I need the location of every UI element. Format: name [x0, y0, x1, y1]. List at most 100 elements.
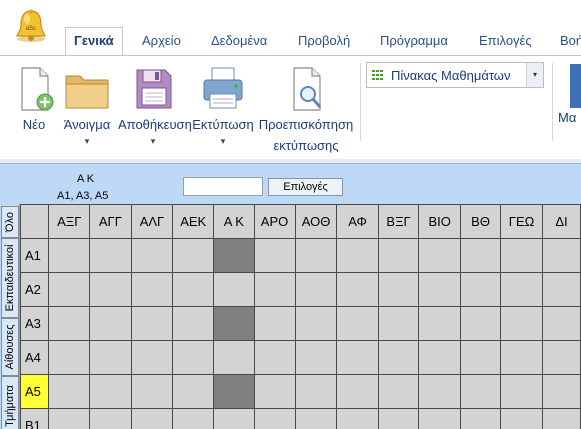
- column-header[interactable]: ΒΙΟ: [418, 204, 461, 239]
- vtab-classes[interactable]: Τμήματα: [1, 376, 19, 429]
- grid-cell[interactable]: [89, 340, 132, 375]
- grid-cell[interactable]: [500, 306, 543, 341]
- grid-cell[interactable]: [213, 340, 255, 375]
- vtab-teachers[interactable]: Εκπαιδευτικοί: [1, 238, 19, 318]
- column-header[interactable]: ΑΛΓ: [130, 204, 174, 239]
- grid-cell[interactable]: [418, 238, 461, 273]
- grid-cell[interactable]: [459, 306, 502, 341]
- grid-cell[interactable]: [336, 408, 379, 429]
- grid-cell[interactable]: [89, 306, 132, 341]
- row-header[interactable]: Α4: [19, 340, 50, 375]
- column-header[interactable]: Α Κ: [213, 204, 255, 239]
- grid-cell[interactable]: [172, 238, 215, 273]
- vtab-rooms[interactable]: Αίθουσες: [1, 318, 19, 376]
- grid-cell[interactable]: [253, 306, 296, 341]
- tab-general[interactable]: Γενικά: [65, 27, 123, 56]
- grid-cell[interactable]: [500, 408, 543, 429]
- grid-cell[interactable]: [130, 374, 174, 409]
- grid-cell[interactable]: [130, 408, 174, 429]
- application-bell-icon[interactable]: aSc: [14, 8, 48, 44]
- grid-cell[interactable]: [377, 408, 420, 429]
- grid-cell[interactable]: [377, 238, 420, 273]
- view-select-dropdown-button[interactable]: ▾: [526, 63, 543, 87]
- grid-cell[interactable]: [377, 272, 420, 307]
- grid-cell[interactable]: [541, 340, 581, 375]
- grid-cell[interactable]: [500, 272, 543, 307]
- grid-cell[interactable]: [418, 306, 461, 341]
- grid-cell[interactable]: [48, 374, 91, 409]
- grid-cell[interactable]: [459, 374, 502, 409]
- grid-cell[interactable]: [418, 340, 461, 375]
- grid-cell[interactable]: [89, 272, 132, 307]
- grid-cell[interactable]: [541, 306, 581, 341]
- column-header[interactable]: ΒΞΓ: [377, 204, 420, 239]
- grid-cell[interactable]: [294, 238, 338, 273]
- grid-cell[interactable]: [253, 374, 296, 409]
- grid-cell[interactable]: [541, 374, 581, 409]
- tab-view[interactable]: Προβολή: [298, 28, 350, 54]
- grid-cell[interactable]: [89, 238, 132, 273]
- grid-cell[interactable]: [294, 374, 338, 409]
- filled-grid-cell[interactable]: [213, 306, 255, 341]
- grid-cell[interactable]: [377, 306, 420, 341]
- grid-cell[interactable]: [172, 408, 215, 429]
- grid-cell[interactable]: [253, 408, 296, 429]
- grid-cell[interactable]: [336, 374, 379, 409]
- grid-cell[interactable]: [294, 306, 338, 341]
- tab-data[interactable]: Δεδομένα: [211, 28, 267, 54]
- column-header[interactable]: ΑΦ: [336, 204, 379, 239]
- grid-cell[interactable]: [213, 408, 255, 429]
- column-header[interactable]: ΑΓΓ: [89, 204, 132, 239]
- grid-cell[interactable]: [213, 272, 255, 307]
- grid-cell[interactable]: [418, 408, 461, 429]
- grid-cell[interactable]: [541, 408, 581, 429]
- grid-cell[interactable]: [294, 408, 338, 429]
- grid-cell[interactable]: [541, 272, 581, 307]
- save-dropdown-arrow[interactable]: ▾: [118, 136, 188, 147]
- tab-file[interactable]: Αρχείο: [142, 28, 181, 54]
- grid-cell[interactable]: [89, 374, 132, 409]
- truncated-ribbon-icon[interactable]: [570, 64, 581, 108]
- filled-grid-cell[interactable]: [213, 374, 255, 409]
- grid-cell[interactable]: [253, 238, 296, 273]
- column-header[interactable]: ΑΞΓ: [48, 204, 91, 239]
- grid-cell[interactable]: [172, 340, 215, 375]
- grid-cell[interactable]: [336, 238, 379, 273]
- grid-cell[interactable]: [377, 374, 420, 409]
- grid-cell[interactable]: [172, 306, 215, 341]
- column-header[interactable]: ΑΟΘ: [294, 204, 338, 239]
- tab-options[interactable]: Επιλογές: [479, 28, 532, 54]
- grid-cell[interactable]: [130, 306, 174, 341]
- grid-cell[interactable]: [418, 272, 461, 307]
- grid-cell[interactable]: [48, 306, 91, 341]
- tab-help[interactable]: Βοή: [560, 28, 581, 54]
- grid-cell[interactable]: [48, 408, 91, 429]
- grid-cell[interactable]: [48, 340, 91, 375]
- grid-cell[interactable]: [500, 238, 543, 273]
- grid-cell[interactable]: [294, 340, 338, 375]
- grid-cell[interactable]: [459, 272, 502, 307]
- vtab-all[interactable]: Όλο: [1, 206, 19, 238]
- grid-cell[interactable]: [130, 272, 174, 307]
- filled-grid-cell[interactable]: [213, 238, 255, 273]
- grid-cell[interactable]: [336, 272, 379, 307]
- row-header[interactable]: Α3: [19, 306, 50, 341]
- filter-input[interactable]: [183, 177, 263, 196]
- row-header[interactable]: Α1: [19, 238, 50, 273]
- print-dropdown-arrow[interactable]: ▾: [192, 136, 254, 147]
- grid-cell[interactable]: [172, 272, 215, 307]
- grid-cell[interactable]: [294, 272, 338, 307]
- grid-cell[interactable]: [418, 374, 461, 409]
- grid-cell[interactable]: [459, 238, 502, 273]
- grid-cell[interactable]: [253, 340, 296, 375]
- row-header[interactable]: Α2: [19, 272, 50, 307]
- grid-cell[interactable]: [48, 272, 91, 307]
- tab-timetable[interactable]: Πρόγραμμα: [380, 28, 448, 54]
- truncated-ribbon-label[interactable]: Μα: [558, 110, 576, 125]
- open-dropdown-arrow[interactable]: ▾: [58, 136, 116, 147]
- row-header[interactable]: Α5: [19, 374, 50, 409]
- grid-cell[interactable]: [500, 374, 543, 409]
- grid-cell[interactable]: [459, 408, 502, 429]
- options-button[interactable]: Επιλογές: [268, 178, 343, 196]
- grid-cell[interactable]: [48, 238, 91, 273]
